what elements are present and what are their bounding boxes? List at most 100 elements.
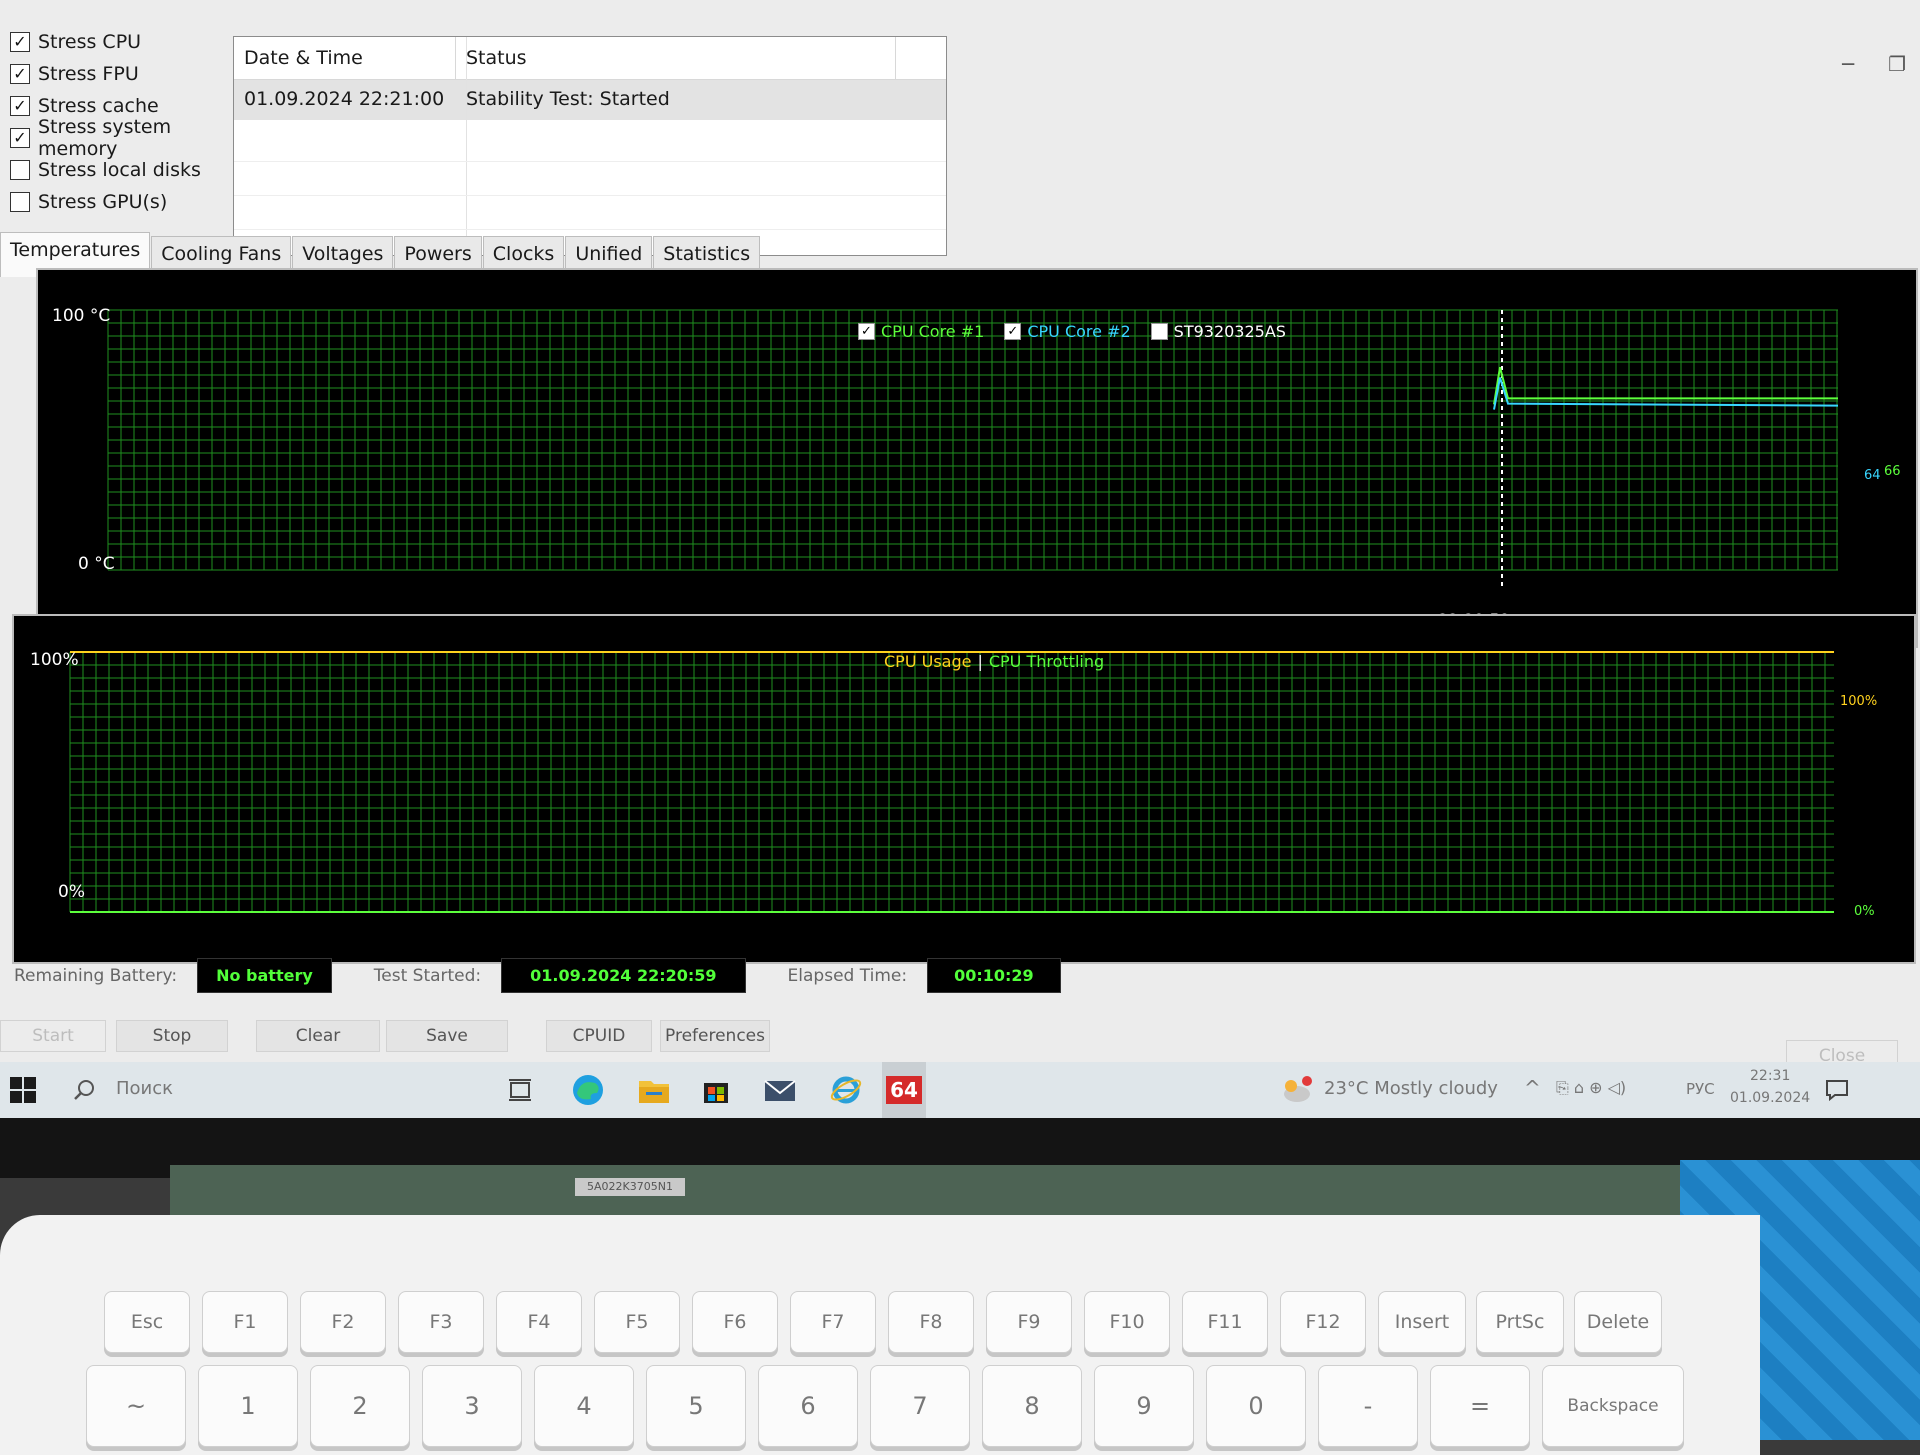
temp-end-value-core2: 64 (1864, 468, 1881, 483)
key: Esc (104, 1291, 190, 1353)
battery-value: No battery (197, 958, 332, 993)
cpu-usage-chart: 100% 0% CPU Usage | CPU Throttling 100% … (12, 614, 1916, 964)
board-label: 5A022K3705N1 (575, 1178, 685, 1196)
option-label: Stress FPU (38, 63, 139, 85)
legend-separator: | (977, 652, 983, 671)
key: Delete (1574, 1291, 1662, 1353)
key: 3 (422, 1365, 522, 1447)
task-view-icon[interactable] (500, 1062, 540, 1118)
store-icon[interactable] (694, 1062, 738, 1118)
temp-y-bottom-label: 0 °C (78, 554, 115, 574)
edge-browser-icon[interactable] (566, 1062, 610, 1118)
checkbox[interactable]: ✓ (10, 64, 30, 84)
preferences-button[interactable]: Preferences (660, 1020, 770, 1052)
stress-option[interactable]: ✓ Stress FPU (10, 58, 235, 90)
window-controls: ─ ❐ (1842, 52, 1906, 76)
key: 6 (758, 1365, 858, 1447)
elapsed-time-label: Elapsed Time: (787, 965, 908, 986)
option-label: Stress GPU(s) (38, 191, 168, 213)
checkbox[interactable] (10, 160, 30, 180)
key: Insert (1378, 1291, 1466, 1353)
stress-option[interactable]: Stress GPU(s) (10, 186, 235, 218)
save-button[interactable]: Save (386, 1020, 508, 1052)
legend-label: ST9320325AS (1173, 322, 1286, 341)
cpu-y-top-label: 100% (30, 650, 79, 670)
search-input[interactable]: Поиск (116, 1078, 173, 1099)
legend-checkbox[interactable]: ✓ (858, 323, 875, 340)
aida64-badge: 64 (886, 1076, 922, 1104)
weather-icon[interactable] (1280, 1062, 1314, 1118)
checkbox[interactable]: ✓ (10, 96, 30, 116)
weather-text[interactable]: 23°C Mostly cloudy (1324, 1078, 1498, 1099)
cpu-end-bottom-label: 0% (1854, 904, 1875, 919)
key: = (1430, 1365, 1530, 1447)
series-line-cpu-core-1 (1493, 366, 1838, 405)
windows-start-icon[interactable] (0, 1062, 46, 1118)
chevron-up-icon[interactable]: ^ (1524, 1076, 1541, 1100)
key: F5 (594, 1291, 680, 1353)
key: ~ (86, 1365, 186, 1447)
cpuid-button[interactable]: CPUID (546, 1020, 652, 1052)
tray-icons[interactable]: ⎘ ⌂ ⊕ ◁) (1556, 1078, 1626, 1098)
clock-time[interactable]: 22:31 (1750, 1068, 1790, 1084)
temp-y-top-label: 100 °C (52, 306, 111, 326)
legend-item[interactable]: ✓ CPU Core #2 (1004, 322, 1131, 341)
legend-label: CPU Core #2 (1027, 322, 1131, 341)
key: F7 (790, 1291, 876, 1353)
internet-explorer-icon[interactable] (824, 1062, 868, 1118)
column-header-date[interactable]: Date & Time (234, 37, 456, 79)
status-bar: Remaining Battery: No battery Test Start… (14, 958, 1103, 993)
checkbox[interactable]: ✓ (10, 128, 30, 148)
key: F1 (202, 1291, 288, 1353)
restore-icon[interactable]: ❐ (1888, 52, 1906, 76)
legend-cpu-usage: CPU Usage (884, 652, 972, 671)
key: F3 (398, 1291, 484, 1353)
stop-button[interactable]: Stop (116, 1020, 228, 1052)
clear-button[interactable]: Clear (256, 1020, 380, 1052)
key: 8 (982, 1365, 1082, 1447)
log-row[interactable]: 01.09.2024 22:21:00 Stability Test: Star… (234, 80, 946, 120)
minimize-icon[interactable]: ─ (1842, 52, 1854, 76)
notifications-icon[interactable] (1822, 1062, 1852, 1118)
legend-item[interactable]: ✓ CPU Core #1 (858, 322, 984, 341)
mail-icon[interactable] (758, 1062, 802, 1118)
legend-checkbox[interactable]: ✓ (1004, 323, 1022, 340)
search-icon[interactable] (72, 1062, 96, 1118)
key: 5 (646, 1365, 746, 1447)
file-explorer-icon[interactable] (632, 1062, 676, 1118)
key: F4 (496, 1291, 582, 1353)
option-label: Stress CPU (38, 31, 142, 53)
taskbar: Поиск 64 23°C Mostly cloudy ^ ⎘ ⌂ ⊕ ◁) Р… (0, 1062, 1920, 1118)
keyboard-deck: Esc F1 F2 F3 F4 F5 F6 F7 F8 F9 F10 F11 F12 Insert PrtS… (0, 1215, 1760, 1455)
checkbox[interactable] (10, 192, 30, 212)
key: 2 (310, 1365, 410, 1447)
option-label: Stress local disks (38, 159, 201, 181)
key: F8 (888, 1291, 974, 1353)
key: 4 (534, 1365, 634, 1447)
key: F9 (986, 1291, 1072, 1353)
key: F11 (1182, 1291, 1268, 1353)
aida64-taskbar-icon[interactable]: 64 (882, 1062, 926, 1118)
log-cell-status: Stability Test: Started (466, 88, 670, 110)
legend-cpu-throttling: CPU Throttling (988, 652, 1105, 671)
circuit-board (170, 1165, 1710, 1220)
checkbox[interactable]: ✓ (10, 32, 30, 52)
log-header: Date & Time Status (234, 37, 946, 80)
language-indicator[interactable]: РУС (1686, 1080, 1715, 1098)
clock-date[interactable]: 01.09.2024 (1730, 1090, 1810, 1106)
cpu-legend: CPU Usage | CPU Throttling (884, 652, 1104, 671)
action-buttons: Start Stop Clear Save CPUID Preferences … (0, 1020, 1920, 1072)
legend-checkbox[interactable] (1150, 323, 1168, 340)
stress-option[interactable]: ✓ Stress system memory (10, 116, 235, 160)
stress-option[interactable]: ✓ Stress CPU (10, 26, 235, 58)
start-button[interactable]: Start (0, 1020, 106, 1052)
key: 1 (198, 1365, 298, 1447)
legend-item[interactable]: ST9320325AS (1150, 322, 1286, 341)
key: 7 (870, 1365, 970, 1447)
key: F2 (300, 1291, 386, 1353)
app-window: ─ ❐ ✓ Stress CPU ✓ Stress FPU ✓ Stress cache ✓… (0, 0, 1920, 1140)
column-header-status[interactable]: Status (456, 37, 896, 79)
key: F10 (1084, 1291, 1170, 1353)
key: 9 (1094, 1365, 1194, 1447)
battery-label: Remaining Battery: (14, 965, 178, 986)
